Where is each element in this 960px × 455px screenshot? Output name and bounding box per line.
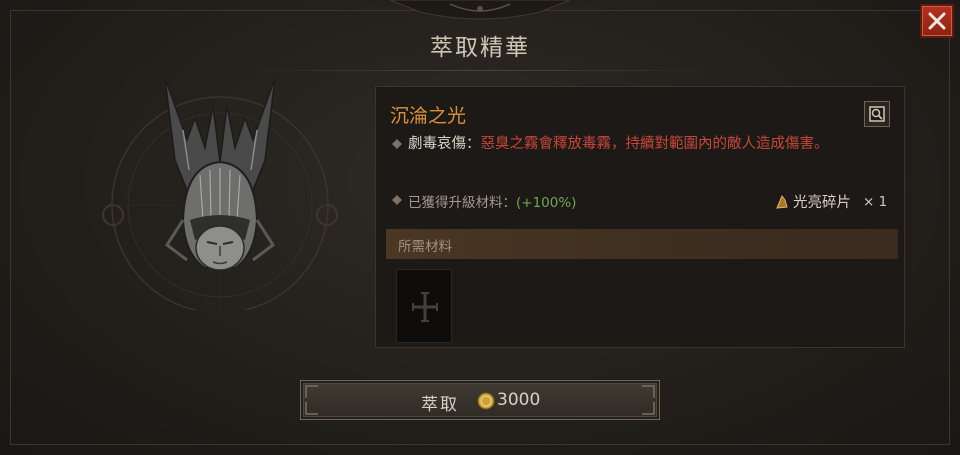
window-title: 萃取精華 [430, 35, 530, 61]
corner-ornament-icon [642, 402, 655, 415]
reward-quantity: × 1 [863, 193, 888, 210]
effect-text: 惡臭之霧會釋放毒霧，持續對範圍內的敵人造成傷害。 [480, 136, 829, 152]
corner-ornament-icon [305, 402, 318, 415]
upgrade-percent: (+100%) [516, 195, 577, 211]
corner-ornament-icon [642, 385, 655, 398]
helm-icon [102, 77, 338, 310]
top-ornament [390, 0, 570, 20]
extract-label: 萃取 [421, 395, 459, 415]
aspect-effect-description: 劇毒哀傷：惡臭之霧會釋放毒霧，持續對範圍內的敵人造成傷害。 [408, 133, 893, 156]
effect-name: 劇毒哀傷 [408, 136, 466, 152]
cross-icon [412, 292, 438, 322]
required-materials-label: 所需材料 [398, 239, 452, 255]
diamond-bullet-icon [392, 195, 402, 205]
upgrade-label: 已獲得升級材料： [408, 195, 516, 211]
material-slot[interactable] [396, 269, 452, 343]
required-materials-header: 所需材料 [386, 229, 898, 259]
effect-separator: ： [466, 136, 481, 152]
gold-coin-icon [477, 392, 495, 410]
diamond-bullet-icon [392, 139, 402, 149]
codex-button[interactable] [864, 101, 890, 127]
extract-cost: 3000 [497, 390, 541, 410]
reward-shard: 光亮碎片 × 1 [774, 191, 887, 212]
upgrade-material-line: 已獲得升級材料：(+100%) [408, 191, 576, 211]
codex-icon [869, 106, 885, 122]
close-icon [928, 12, 946, 30]
close-button[interactable] [920, 4, 954, 38]
shard-icon [776, 194, 788, 209]
extract-button[interactable]: 萃取 3000 [300, 380, 660, 420]
reward-item-name: 光亮碎片 [793, 195, 851, 211]
extract-essence-window: 萃取精華 沉淪之光 劇毒哀傷：惡臭之霧會釋放毒霧，持續對範圍內的敵人造成傷害。 … [0, 0, 960, 455]
corner-ornament-icon [305, 385, 318, 398]
aspect-info-panel: 沉淪之光 劇毒哀傷：惡臭之霧會釋放毒霧，持續對範圍內的敵人造成傷害。 已獲得升級… [375, 86, 905, 348]
aspect-name: 沉淪之光 [390, 105, 467, 127]
